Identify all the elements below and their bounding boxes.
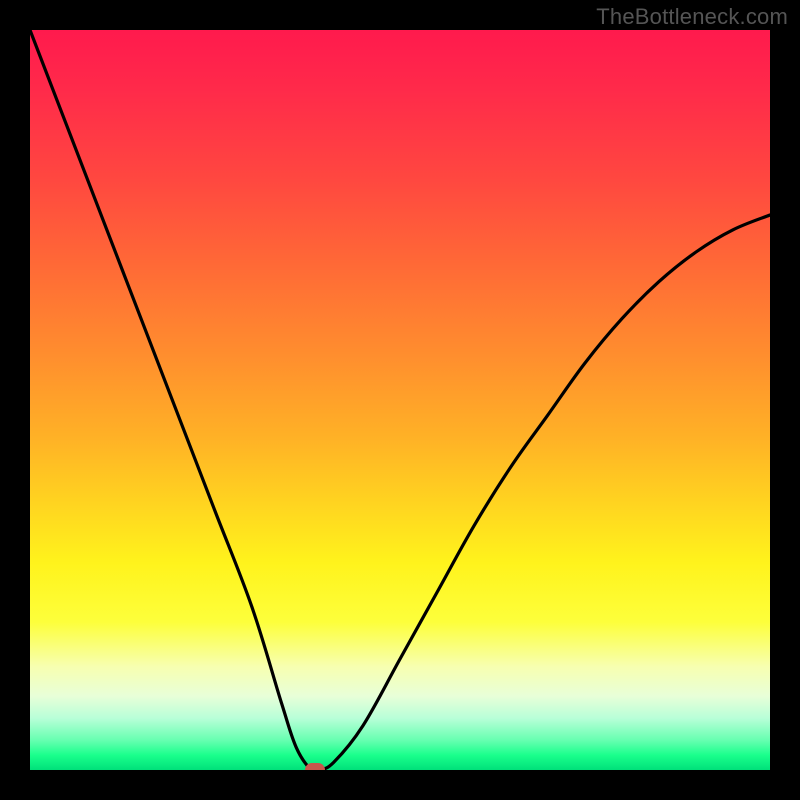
watermark-text: TheBottleneck.com xyxy=(596,4,788,30)
optimal-point-marker xyxy=(305,763,325,770)
curve-path xyxy=(30,30,770,770)
bottleneck-curve xyxy=(30,30,770,770)
chart-frame: TheBottleneck.com xyxy=(0,0,800,800)
plot-area xyxy=(30,30,770,770)
